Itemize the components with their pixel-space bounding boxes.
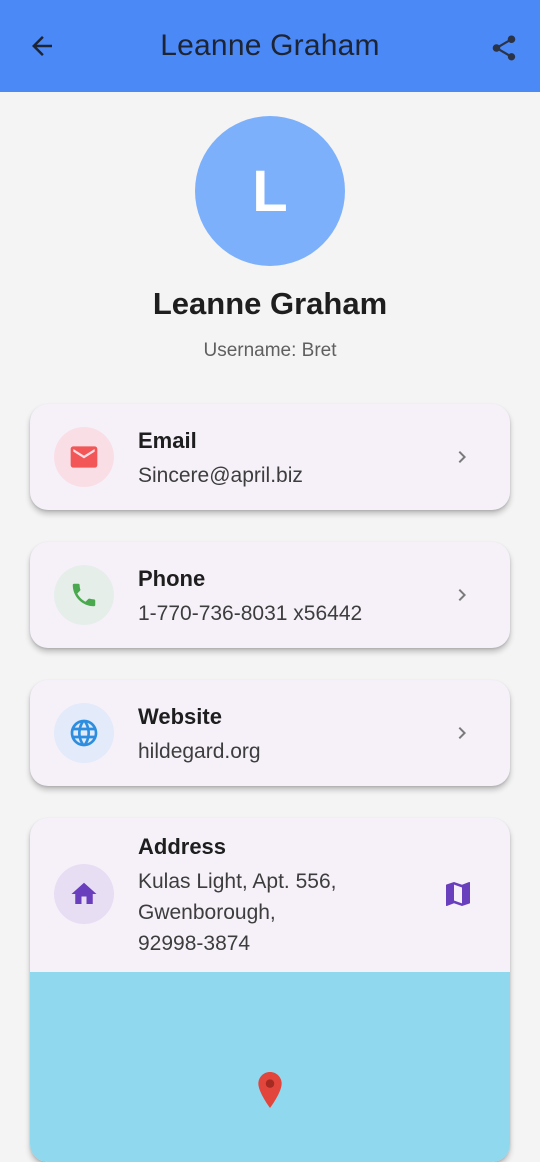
email-icon-badge <box>54 427 114 487</box>
website-value: hildegard.org <box>138 740 261 763</box>
address-line-1: Kulas Light, Apt. 556, <box>138 870 337 893</box>
address-icon-badge <box>54 864 114 924</box>
map-icon <box>446 882 470 906</box>
home-icon <box>71 882 97 904</box>
share-button[interactable] <box>486 30 522 66</box>
phone-icon-badge <box>54 565 114 625</box>
profile-name: Leanne Graham <box>152 286 388 321</box>
phone-icon <box>72 583 96 607</box>
back-button[interactable] <box>24 28 60 64</box>
email-value: Sincere@april.biz <box>138 464 303 487</box>
arrow-back-icon <box>32 36 52 56</box>
address-line-3: 92998-3874 <box>138 932 251 955</box>
phone-value: 1-770-736-8031 x56442 <box>138 602 363 625</box>
email-label: Email <box>138 428 197 453</box>
address-card[interactable]: Address Kulas Light, Apt. 556, Gwenborou… <box>30 818 510 1162</box>
app-bar: Leanne Graham <box>0 0 540 92</box>
chevron-right-icon <box>450 445 474 469</box>
website-card[interactable]: Website hildegard.org <box>30 680 510 786</box>
phone-card[interactable]: Phone 1-770-736-8031 x56442 <box>30 542 510 648</box>
share-icon <box>492 35 516 61</box>
map-view[interactable] <box>30 972 510 1162</box>
avatar: L <box>195 116 345 266</box>
location-pin-icon <box>258 1072 282 1108</box>
phone-label: Phone <box>138 566 206 591</box>
website-label: Website <box>138 704 222 729</box>
open-map-button[interactable] <box>442 878 474 910</box>
page-title: Leanne Graham <box>160 29 380 62</box>
website-icon-badge <box>54 703 114 763</box>
chevron-right-icon <box>450 721 474 745</box>
globe-icon <box>70 719 98 747</box>
address-label: Address <box>138 834 227 859</box>
chevron-right-icon <box>450 583 474 607</box>
avatar-initial: L <box>252 158 288 224</box>
address-line-2: Gwenborough, <box>138 901 276 924</box>
profile-username: Username: Bret <box>203 340 337 361</box>
email-icon <box>70 446 98 468</box>
email-card[interactable]: Email Sincere@april.biz <box>30 404 510 510</box>
